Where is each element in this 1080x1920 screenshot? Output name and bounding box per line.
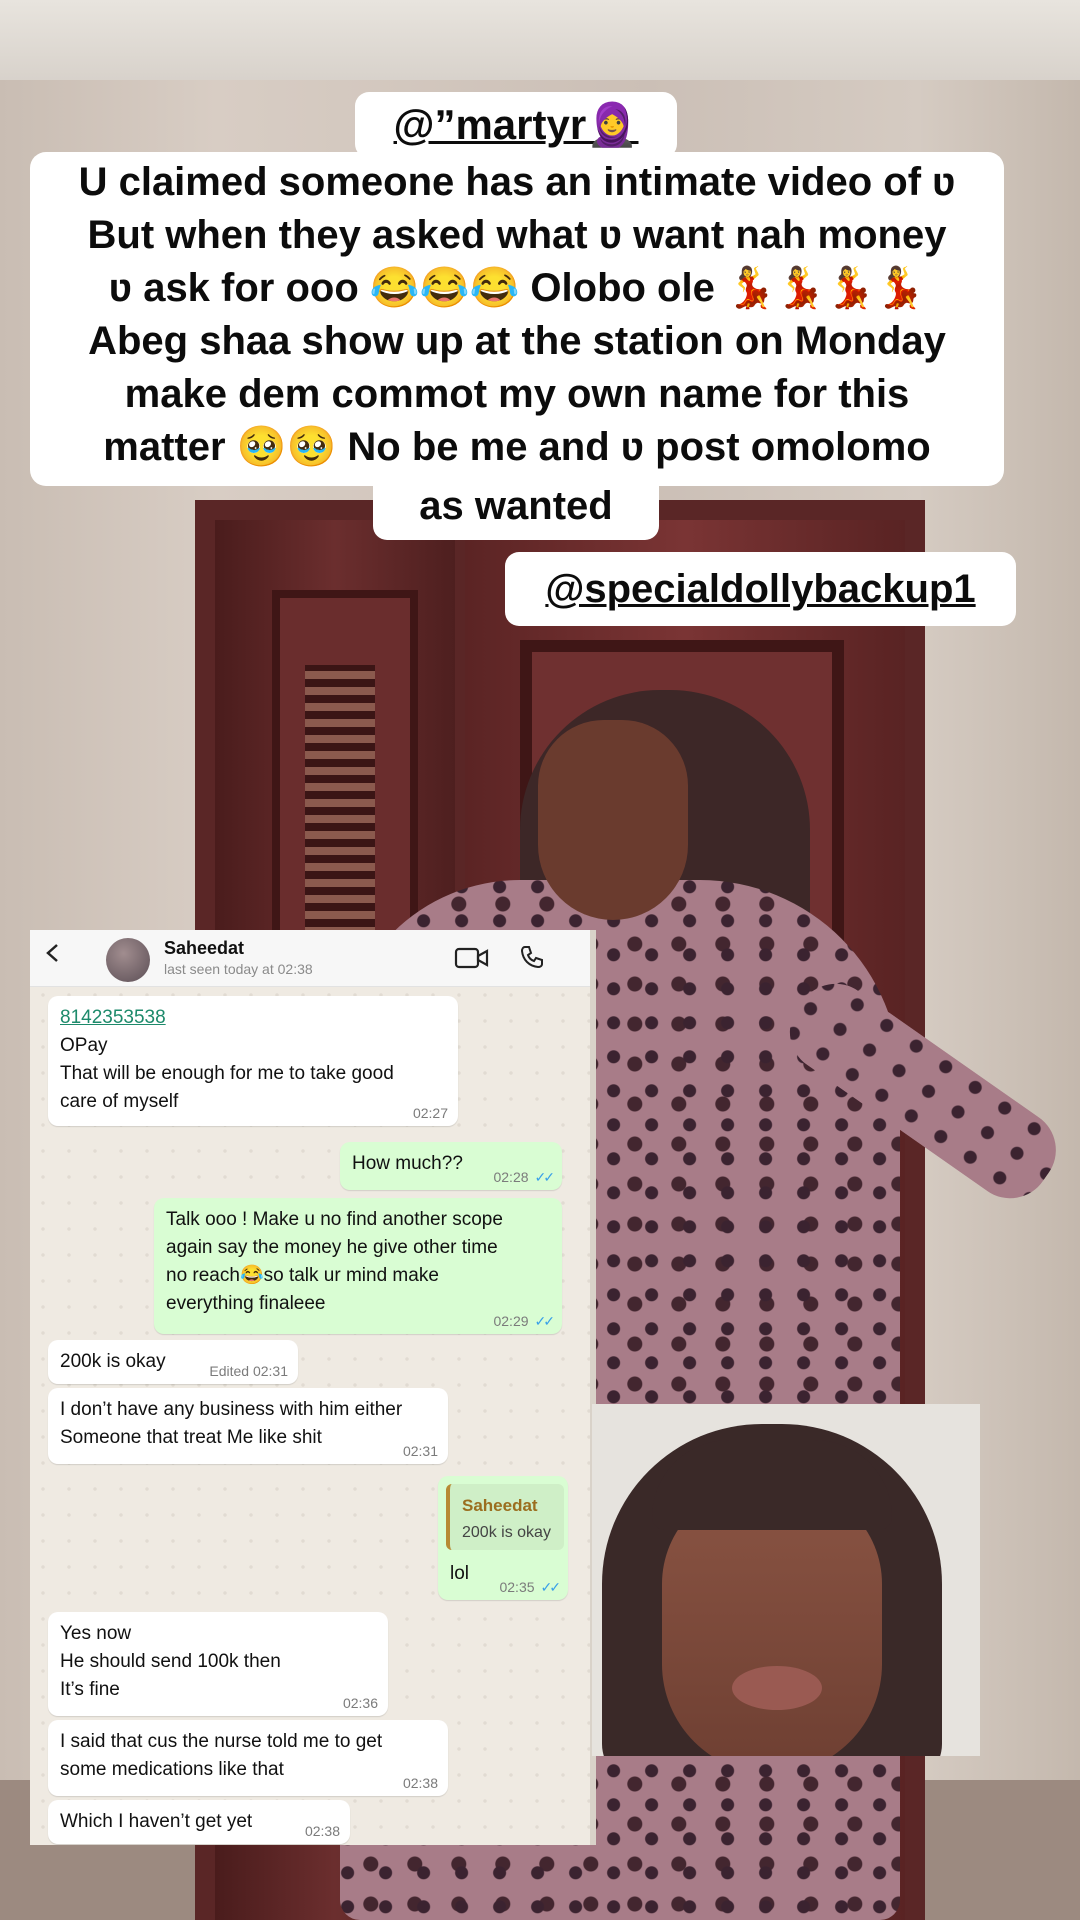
message-line: I don’t have any business with him eithe…: [60, 1399, 403, 1420]
chat-screenshot: Saheedat last seen today at 02:38 814235…: [30, 930, 596, 1845]
inset-selfie-video: [592, 1404, 980, 1756]
message-time: 02:38: [304, 1823, 340, 1839]
message-line: some medications like that: [60, 1759, 284, 1780]
caption-line: U claimed someone has an intimate video …: [78, 160, 956, 204]
message-line: That will be enough for me to take good: [60, 1063, 394, 1084]
contact-name[interactable]: Saheedat: [164, 938, 244, 959]
quoted-text: 200k is okay: [462, 1524, 551, 1541]
incoming-message[interactable]: Which I haven’t get yet 02:38: [48, 1800, 350, 1844]
caption-line: But when they asked what ʋ want nah mone…: [87, 213, 947, 257]
caption-last-line: as wanted: [373, 478, 659, 540]
message-line: It’s fine: [60, 1679, 120, 1700]
caption-line: Abeg shaa show up at the station on Mond…: [88, 319, 946, 363]
read-ticks-icon: ✓✓: [540, 1579, 562, 1595]
message-line: lol: [450, 1563, 470, 1584]
message-line: OPay: [60, 1035, 108, 1056]
message-line: I said that cus the nurse told me to get: [60, 1731, 383, 1752]
message-line: Someone that treat Me like shit: [60, 1427, 322, 1448]
ceiling: [0, 0, 1080, 80]
message-time: 02:36: [342, 1695, 378, 1711]
outgoing-reply-message[interactable]: Saheedat 200k is okay lol 02:35 ✓✓: [438, 1476, 568, 1600]
message-line: Which I haven’t get yet: [60, 1811, 253, 1832]
back-arrow-icon[interactable]: [44, 944, 62, 962]
message-time: 02:35 ✓✓: [499, 1579, 562, 1595]
message-time: 02:29 ✓✓: [493, 1313, 556, 1329]
mention-tag[interactable]: @specialdollybackup1: [505, 552, 1016, 626]
video-call-icon[interactable]: [454, 946, 490, 970]
message-line: everything finaleee: [166, 1293, 326, 1314]
caption-line: matter 🥹🥹 No be me and ʋ post omolomo: [103, 425, 931, 469]
caption-body: U claimed someone has an intimate video …: [30, 152, 1004, 486]
phone-number-link[interactable]: 8142353538: [60, 1004, 446, 1032]
incoming-message[interactable]: Yes now He should send 100k then It’s fi…: [48, 1612, 388, 1716]
caption-username: @”martyr🧕: [355, 92, 677, 158]
read-ticks-icon: ✓✓: [534, 1313, 556, 1329]
caption-line: make dem commot my own name for this: [124, 372, 910, 416]
person-face: [538, 720, 688, 920]
incoming-message[interactable]: I don’t have any business with him eithe…: [48, 1388, 448, 1464]
message-time: 02:28 ✓✓: [493, 1169, 556, 1185]
chat-header: Saheedat last seen today at 02:38: [30, 930, 590, 987]
caption-line: ʋ ask for ooo 😂😂😂 Olobo ole 💃💃💃💃: [108, 266, 926, 310]
outgoing-message[interactable]: How much?? 02:28 ✓✓: [340, 1142, 562, 1190]
read-ticks-icon: ✓✓: [534, 1169, 556, 1185]
selfie-lips: [732, 1666, 822, 1710]
message-line: Yes now: [60, 1623, 132, 1644]
message-time: 02:31: [402, 1443, 438, 1459]
message-line: Talk ooo ! Make u no find another scope: [166, 1209, 503, 1230]
quoted-sender: Saheedat: [462, 1496, 538, 1515]
door-grille: [305, 665, 375, 935]
avatar[interactable]: [106, 938, 150, 982]
incoming-message[interactable]: I said that cus the nurse told me to get…: [48, 1720, 448, 1796]
message-time: 02:27: [412, 1105, 448, 1121]
incoming-message[interactable]: 200k is okay Edited 02:31: [48, 1340, 298, 1384]
message-time: 02:38: [402, 1775, 438, 1791]
message-line: no reach😂so talk ur mind make: [166, 1265, 439, 1286]
selfie-bangs: [652, 1440, 892, 1530]
message-line: He should send 100k then: [60, 1651, 281, 1672]
quoted-message[interactable]: Saheedat 200k is okay: [446, 1484, 564, 1550]
incoming-message[interactable]: 8142353538 OPay That will be enough for …: [48, 996, 458, 1126]
last-seen-status: last seen today at 02:38: [164, 961, 313, 977]
voice-call-icon[interactable]: [519, 944, 545, 970]
outgoing-message[interactable]: Talk ooo ! Make u no find another scope …: [154, 1198, 562, 1334]
message-line: again say the money he give other time: [166, 1237, 498, 1258]
message-time: Edited 02:31: [209, 1363, 288, 1379]
message-line: care of myself: [60, 1091, 179, 1112]
